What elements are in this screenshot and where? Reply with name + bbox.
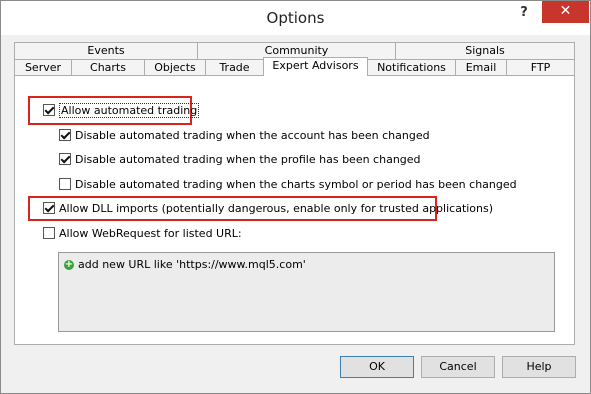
add-url-item[interactable]: + add new URL like 'https://www.mql5.com' — [64, 258, 306, 274]
label-disable-profile-changed: Disable automated trading when the profi… — [75, 153, 421, 166]
checkbox-allow-dll-imports[interactable] — [43, 202, 55, 214]
checkbox-disable-symbol-changed[interactable] — [59, 178, 71, 190]
tab-objects[interactable]: Objects — [144, 59, 206, 76]
label-allow-dll-imports: Allow DLL imports (potentially dangerous… — [59, 202, 494, 215]
ok-button[interactable]: OK — [340, 356, 414, 378]
tab-ftp[interactable]: FTP — [506, 59, 575, 76]
options-dialog: Options ? ✕ Events Community Signals Ser… — [0, 0, 591, 394]
tab-events[interactable]: Events — [14, 42, 198, 59]
option-allow-webrequest[interactable]: Allow WebRequest for listed URL: — [43, 227, 242, 243]
url-list-box[interactable]: + add new URL like 'https://www.mql5.com' — [58, 252, 555, 332]
label-allow-webrequest: Allow WebRequest for listed URL: — [59, 227, 242, 240]
option-disable-symbol-changed[interactable]: Disable automated trading when the chart… — [59, 178, 517, 194]
label-allow-automated-trading: Allow automated trading — [59, 103, 200, 118]
checkbox-disable-account-changed[interactable] — [59, 129, 71, 141]
tab-server[interactable]: Server — [14, 59, 72, 76]
label-disable-symbol-changed: Disable automated trading when the chart… — [75, 178, 517, 191]
add-url-label: add new URL like 'https://www.mql5.com' — [78, 258, 306, 271]
title-bar[interactable]: Options ? ✕ — [1, 1, 590, 35]
dialog-title: Options — [266, 9, 325, 27]
tab-trade[interactable]: Trade — [205, 59, 264, 76]
checkbox-allow-webrequest[interactable] — [43, 227, 55, 239]
option-allow-dll-imports[interactable]: Allow DLL imports (potentially dangerous… — [43, 202, 493, 218]
expert-advisors-panel: Allow automated trading Disable automate… — [14, 75, 575, 345]
tab-notifications[interactable]: Notifications — [367, 59, 456, 76]
tab-email[interactable]: Email — [455, 59, 507, 76]
checkbox-allow-automated-trading[interactable] — [43, 104, 55, 116]
checkbox-disable-profile-changed[interactable] — [59, 153, 71, 165]
help-button[interactable]: Help — [502, 356, 576, 378]
tab-charts[interactable]: Charts — [71, 59, 145, 76]
option-allow-automated-trading[interactable]: Allow automated trading — [43, 103, 200, 120]
label-disable-account-changed: Disable automated trading when the accou… — [75, 129, 430, 142]
option-disable-account-changed[interactable]: Disable automated trading when the accou… — [59, 129, 430, 145]
tab-expert-advisors[interactable]: Expert Advisors — [263, 57, 368, 76]
close-button[interactable]: ✕ — [542, 1, 589, 23]
cancel-button[interactable]: Cancel — [421, 356, 495, 378]
option-disable-profile-changed[interactable]: Disable automated trading when the profi… — [59, 153, 421, 169]
help-icon[interactable]: ? — [511, 3, 537, 23]
tab-signals[interactable]: Signals — [395, 42, 575, 59]
add-icon: + — [64, 259, 74, 270]
